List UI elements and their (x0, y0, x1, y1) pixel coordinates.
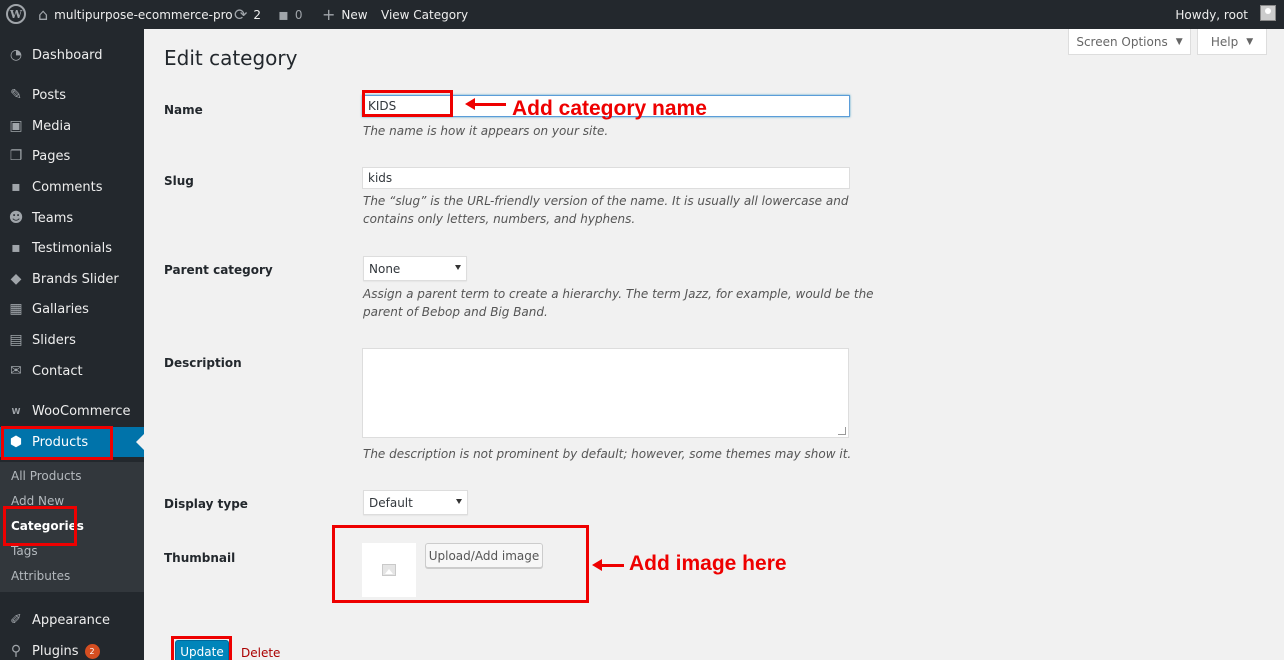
sidebar-item-appearance[interactable]: ✐ Appearance (0, 605, 144, 635)
sidebar-item-media[interactable]: ▣ Media (0, 111, 144, 141)
plugin-icon: ⚲ (10, 643, 22, 659)
select-caret-icon (456, 499, 462, 504)
site-name-link[interactable]: ⌂ multipurpose-ecommerce-pro (38, 0, 233, 29)
page-title: Edit category (164, 46, 298, 70)
parent-category-label: Parent category (164, 263, 273, 277)
sidebar-item-gallaries[interactable]: ▦ Gallaries (0, 294, 144, 324)
description-label: Description (164, 356, 242, 370)
sidebar-item-posts[interactable]: ✎ Posts (0, 80, 144, 110)
avatar[interactable] (1260, 5, 1276, 21)
admin-bar: W ⌂ multipurpose-ecommerce-pro ⟳ 2 ▪ 0 +… (0, 0, 1284, 29)
slug-label: Slug (164, 174, 194, 188)
slug-description: The “slug” is the URL-friendly version o… (363, 194, 849, 226)
sidebar-item-comments[interactable]: ▪ Comments (0, 172, 144, 202)
sidebar-item-teams[interactable]: ☻ Teams (0, 203, 144, 233)
resize-handle-icon[interactable] (838, 427, 846, 435)
gallery-icon: ▦ (9, 301, 23, 317)
new-content-link[interactable]: + New (322, 0, 368, 29)
dashboard-icon: ◔ (9, 47, 23, 63)
delete-link[interactable]: Delete (241, 646, 280, 660)
description-textarea[interactable] (362, 348, 849, 438)
select-caret-icon (455, 265, 461, 270)
pin-icon: ✎ (10, 87, 22, 103)
testimonial-icon: ▪ (11, 240, 21, 256)
submenu-all-products[interactable]: All Products (0, 463, 144, 488)
sidebar-item-brands-slider[interactable]: ◆ Brands Slider (0, 264, 144, 294)
display-type-select[interactable]: Default (363, 490, 468, 515)
tag-icon: ◆ (10, 271, 22, 287)
home-icon: ⌂ (38, 5, 49, 24)
my-account-link[interactable]: Howdy, root (1175, 0, 1248, 29)
active-menu-arrow (136, 434, 144, 450)
media-icon: ▣ (9, 118, 23, 134)
pages-icon: ❐ (9, 148, 23, 164)
groups-icon: ☻ (8, 210, 24, 226)
sidebar-item-sliders[interactable]: ▤ Sliders (0, 325, 144, 355)
slug-input[interactable]: kids (362, 167, 850, 189)
chevron-down-icon: ▼ (1175, 36, 1183, 47)
categories-highlight-box (3, 506, 77, 546)
updates-icon: ⟳ (234, 5, 248, 24)
submenu-attributes[interactable]: Attributes (0, 563, 144, 588)
name-annotation-text: Add category name (512, 97, 707, 120)
products-highlight-box (1, 426, 113, 460)
name-annotation-arrow-icon (465, 98, 506, 110)
sidebar-item-pages[interactable]: ❐ Pages (0, 141, 144, 171)
email-icon: ✉ (10, 363, 22, 379)
sidebar-item-plugins[interactable]: ⚲ Plugins 2 (0, 636, 144, 660)
name-label: Name (164, 103, 203, 117)
plus-icon: + (322, 5, 336, 24)
brush-icon: ✐ (10, 612, 22, 628)
chevron-down-icon: ▼ (1246, 36, 1254, 47)
parent-category-select[interactable]: None (363, 256, 467, 281)
comment-bubble-icon: ▪ (278, 5, 289, 24)
description-help-text: The description is not prominent by defa… (363, 447, 852, 461)
name-highlight-box (362, 90, 453, 117)
view-category-link[interactable]: View Category (381, 0, 468, 29)
image-annotation-arrow-icon (592, 559, 624, 571)
woo-icon: W (11, 406, 21, 416)
slides-icon: ▤ (9, 332, 23, 348)
parent-category-description: Assign a parent term to create a hierarc… (363, 287, 874, 319)
comments-link[interactable]: ▪ 0 (278, 0, 302, 29)
image-annotation-text: Add image here (629, 552, 787, 575)
sidebar-item-contact[interactable]: ✉ Contact (0, 356, 144, 386)
name-description: The name is how it appears on your site. (363, 124, 609, 138)
help-button[interactable]: Help ▼ (1197, 29, 1267, 55)
display-type-label: Display type (164, 497, 248, 511)
screen-options-button[interactable]: Screen Options ▼ (1068, 29, 1191, 55)
admin-sidebar: ◔ Dashboard ✎ Posts ▣ Media ❐ Pages ▪ Co… (0, 29, 144, 660)
thumbnail-highlight-box (332, 525, 589, 603)
updates-link[interactable]: ⟳ 2 (234, 0, 261, 29)
wordpress-logo-icon[interactable]: W (6, 4, 26, 24)
thumbnail-label: Thumbnail (164, 551, 236, 565)
update-highlight-box (171, 636, 232, 660)
plugins-update-badge: 2 (84, 643, 100, 659)
sidebar-item-woocommerce[interactable]: W WooCommerce (0, 396, 144, 426)
sidebar-item-testimonials[interactable]: ▪ Testimonials (0, 233, 144, 263)
sidebar-item-dashboard[interactable]: ◔ Dashboard (0, 40, 144, 70)
comment-icon: ▪ (11, 179, 21, 195)
